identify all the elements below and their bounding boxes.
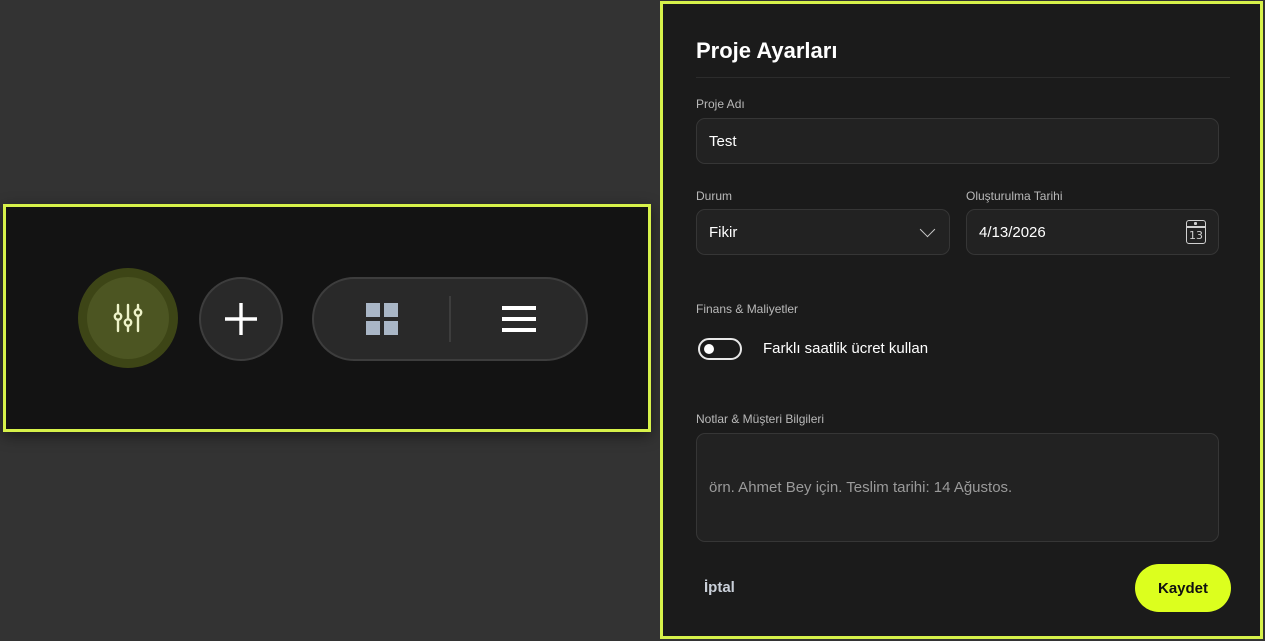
cancel-button[interactable]: İptal bbox=[704, 579, 735, 596]
created-date-label: Oluşturulma Tarihi bbox=[966, 189, 1063, 203]
created-date-input[interactable]: 4/13/2026 13 bbox=[966, 209, 1219, 255]
status-label: Durum bbox=[696, 189, 733, 203]
project-settings-panel: Proje Ayarları Proje Adı Test Durum Fiki… bbox=[660, 1, 1263, 639]
created-date-value: 4/13/2026 bbox=[979, 223, 1046, 241]
project-name-value: Test bbox=[709, 132, 737, 150]
notes-placeholder: örn. Ahmet Bey için. Teslim tarihi: 14 A… bbox=[709, 479, 1013, 496]
title-divider bbox=[696, 77, 1230, 78]
notes-label: Notlar & Müşteri Bilgileri bbox=[696, 412, 825, 426]
grid-icon bbox=[365, 303, 398, 335]
menu-lines-icon bbox=[501, 306, 536, 332]
grid-view-button[interactable] bbox=[314, 279, 449, 359]
toolbar-panel bbox=[3, 204, 651, 432]
calendar-icon[interactable]: 13 bbox=[1186, 220, 1206, 244]
hourly-rate-toggle[interactable] bbox=[698, 338, 742, 360]
panel-title: Proje Ayarları bbox=[696, 38, 838, 63]
add-button[interactable] bbox=[199, 277, 283, 361]
notes-textarea[interactable]: örn. Ahmet Bey için. Teslim tarihi: 14 A… bbox=[696, 433, 1219, 542]
filter-button-inner bbox=[87, 277, 169, 359]
chevron-down-icon bbox=[919, 221, 936, 237]
view-toggle bbox=[312, 277, 588, 361]
stage: Proje Ayarları Proje Adı Test Durum Fiki… bbox=[0, 0, 1265, 641]
save-button[interactable]: Kaydet bbox=[1135, 564, 1231, 612]
plus-icon bbox=[225, 303, 257, 335]
status-select[interactable]: Fikir bbox=[696, 209, 950, 255]
status-value: Fikir bbox=[709, 223, 738, 241]
project-name-label: Proje Adı bbox=[696, 97, 745, 111]
list-view-button[interactable] bbox=[451, 279, 586, 359]
finance-label: Finans & Maliyetler bbox=[696, 302, 799, 316]
sliders-icon bbox=[113, 303, 143, 333]
toggle-knob bbox=[704, 344, 714, 354]
project-name-input[interactable]: Test bbox=[696, 118, 1219, 164]
filter-button[interactable] bbox=[78, 268, 178, 368]
hourly-rate-toggle-label: Farklı saatlik ücret kullan bbox=[763, 340, 929, 357]
